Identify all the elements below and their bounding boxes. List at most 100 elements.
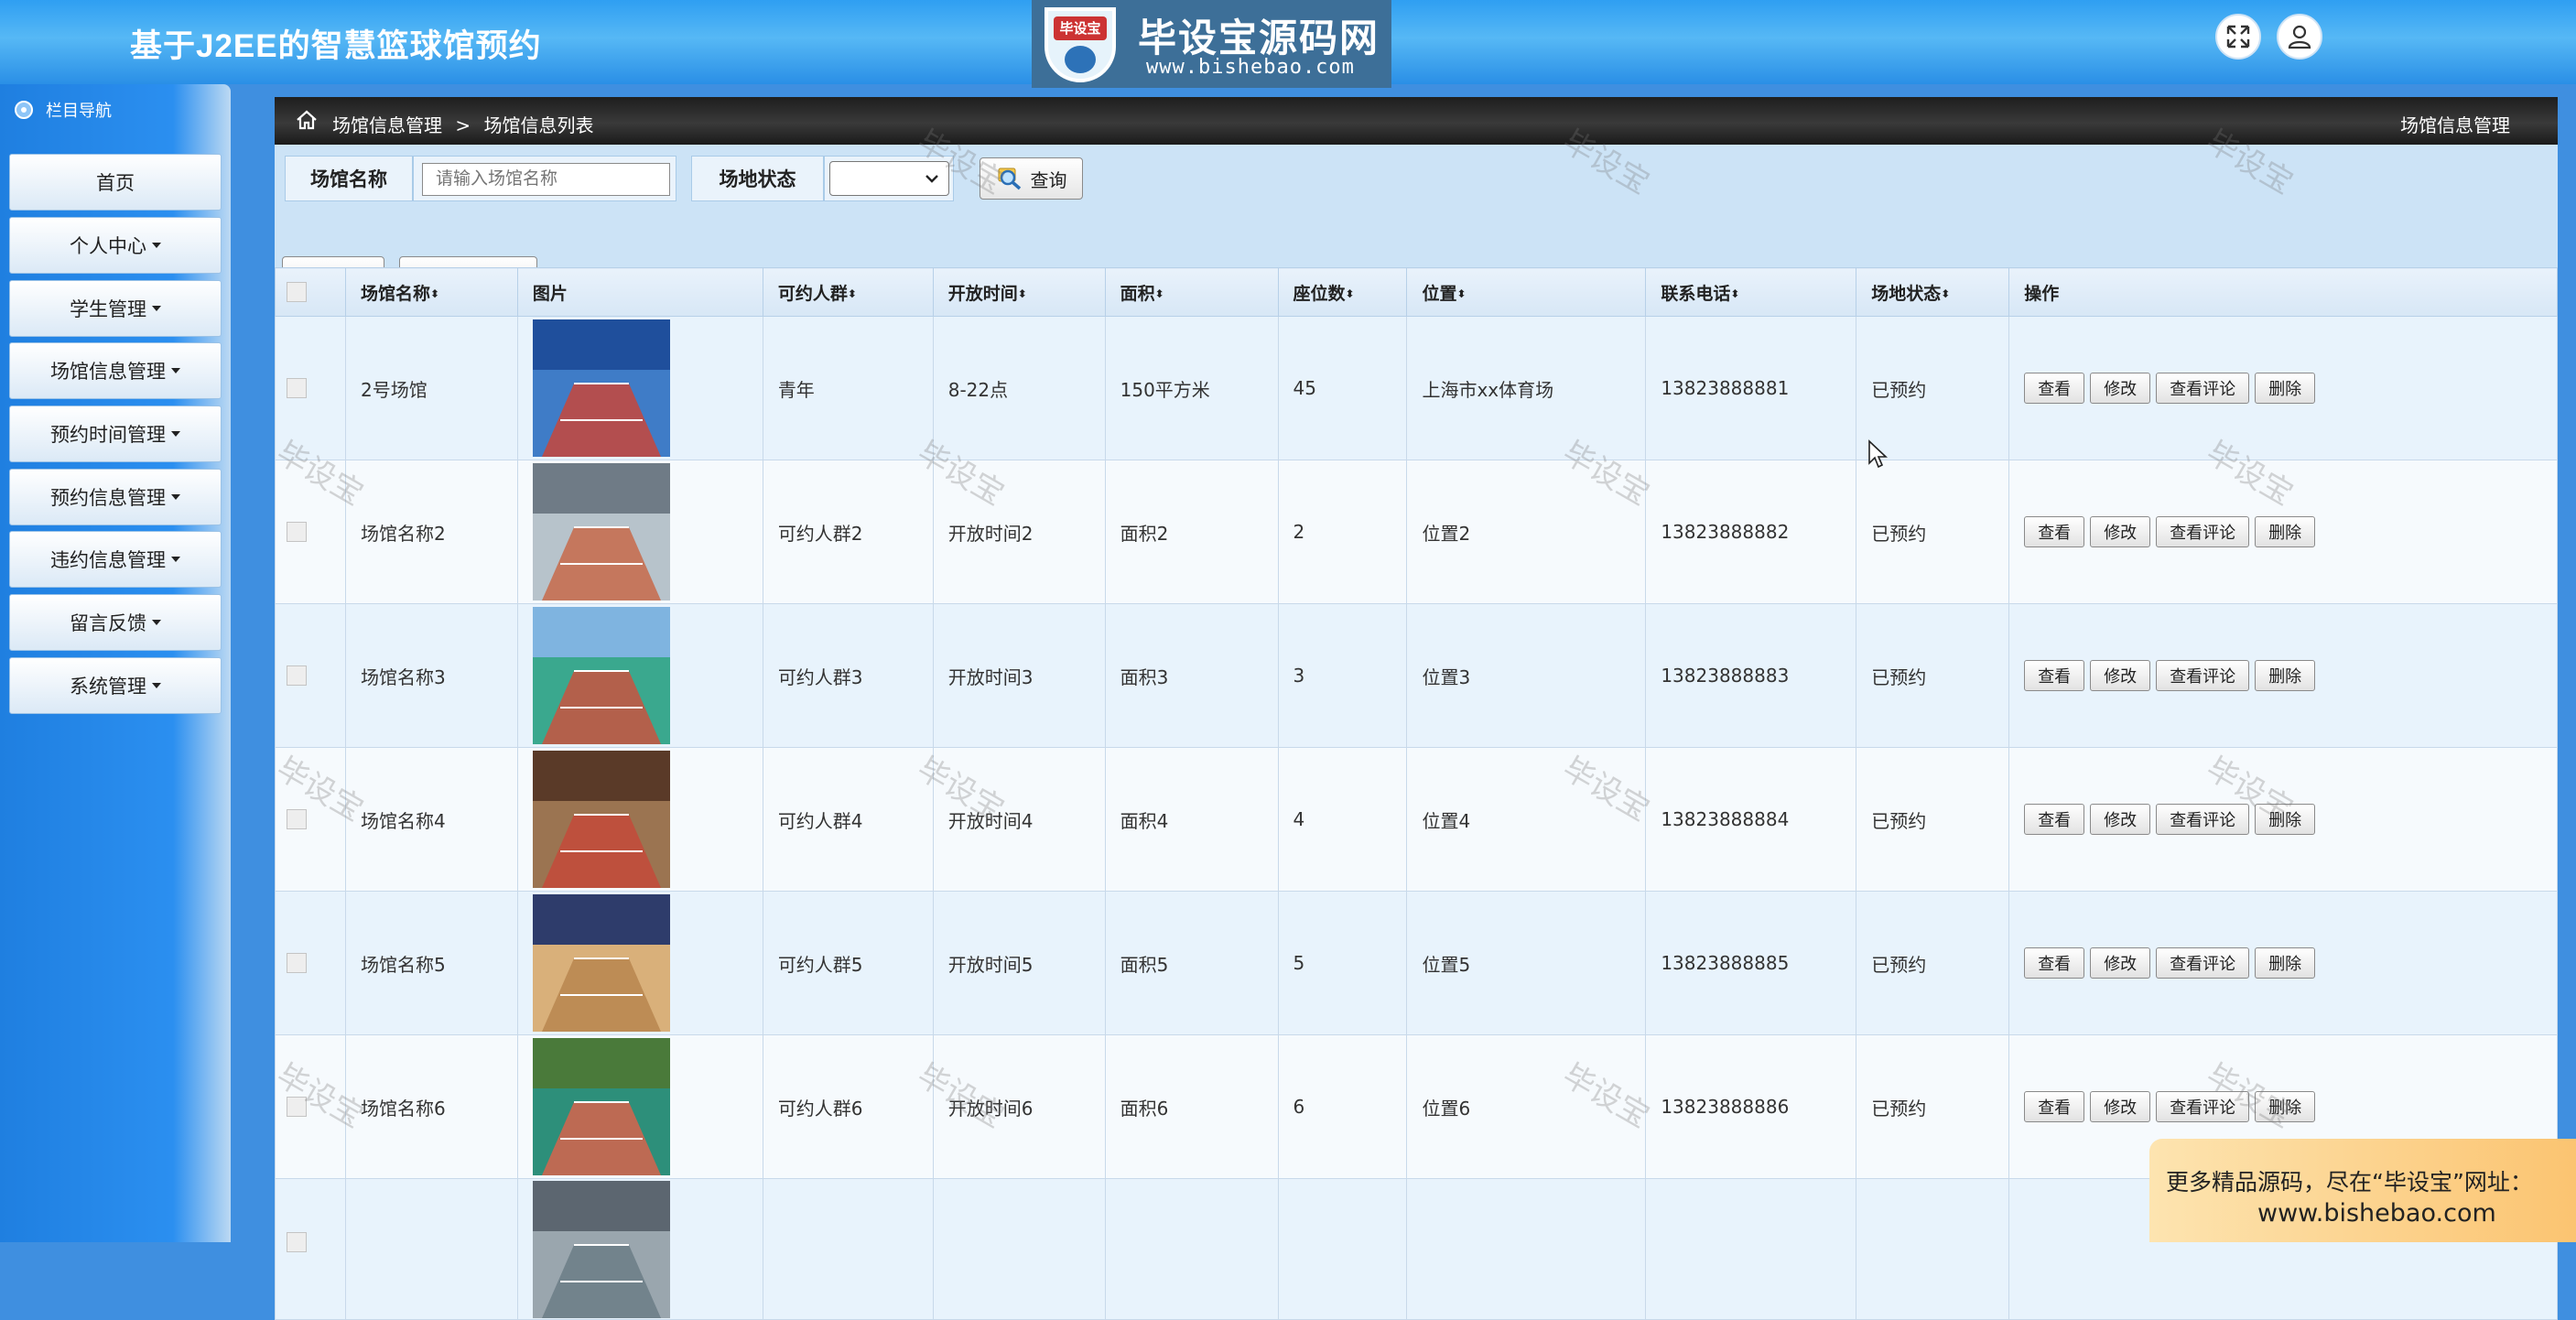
page-title: 场馆信息管理 — [2400, 114, 2510, 136]
venue-photo[interactable] — [532, 463, 670, 600]
promo-banner[interactable]: 更多精品源码，尽在“毕设宝”网址： www.bishebao.com — [2149, 1139, 2576, 1242]
delete-button[interactable]: 删除 — [2255, 373, 2316, 404]
venue-name-input[interactable] — [422, 163, 670, 196]
venue-image-cell — [516, 1034, 763, 1179]
delete-button[interactable]: 删除 — [2255, 660, 2316, 691]
breadcrumb-parent[interactable]: 场馆信息管理 — [332, 114, 442, 136]
sidebar-item-violation-management[interactable]: 违约信息管理 — [9, 531, 222, 588]
venue-photo[interactable] — [532, 894, 670, 1032]
venue-name-label: 场馆名称 — [285, 156, 413, 201]
chevron-down-icon — [925, 175, 938, 183]
seats-cell: 2 — [1277, 460, 1408, 604]
table-row: 2号场馆 青年 8-22点 150平方米 45 上海市xx体育场 13823888881 已预… — [275, 316, 2558, 460]
sidebar-item-label: 个人中心 — [70, 235, 146, 257]
seats-cell: 5 — [1277, 891, 1408, 1035]
edit-button[interactable]: 修改 — [2090, 373, 2151, 404]
sort-icon: ⬍ — [1345, 287, 1355, 300]
venue-photo[interactable] — [532, 319, 670, 457]
location-cell: 位置6 — [1406, 1034, 1647, 1179]
view-button[interactable]: 查看 — [2024, 947, 2085, 979]
sidebar-item-label: 系统管理 — [70, 676, 146, 698]
delete-button[interactable]: 删除 — [2255, 804, 2316, 835]
col-header-location[interactable]: 位置⬍ — [1406, 267, 1647, 317]
caret-down-icon — [171, 368, 180, 373]
col-header-area[interactable]: 面积⬍ — [1104, 267, 1279, 317]
row-checkbox[interactable] — [287, 665, 307, 686]
query-button[interactable]: 查询 — [980, 157, 1083, 200]
view-comments-button[interactable]: 查看评论 — [2156, 516, 2250, 547]
view-button[interactable]: 查看 — [2024, 373, 2085, 404]
view-button[interactable]: 查看 — [2024, 804, 2085, 835]
breadcrumb-separator: > — [455, 114, 471, 136]
sidebar-item-label: 留言反馈 — [70, 612, 146, 634]
venue-photo[interactable] — [532, 1181, 670, 1318]
sidebar-item-booking-info-management[interactable]: 预约信息管理 — [9, 469, 222, 525]
row-checkbox[interactable] — [287, 522, 307, 542]
row-checkbox[interactable] — [287, 1097, 307, 1117]
select-all-checkbox[interactable] — [287, 282, 307, 302]
view-comments-button[interactable]: 查看评论 — [2156, 660, 2250, 691]
venue-image-cell — [516, 1178, 763, 1320]
table-row: 场馆名称3 可约人群3 开放时间3 面积3 3 位置3 13823888883 已预约 查看 修改… — [275, 603, 2558, 748]
phone-cell: 13823888881 — [1645, 316, 1857, 460]
col-header-image: 图片 — [516, 267, 763, 317]
fullscreen-button[interactable] — [2215, 14, 2261, 60]
row-checkbox[interactable] — [287, 809, 307, 829]
expand-icon — [2226, 25, 2250, 49]
sidebar-item-booking-time-management[interactable]: 预约时间管理 — [9, 406, 222, 462]
sidebar-header: 栏目导航 — [0, 84, 231, 135]
sidebar-item-venue-management[interactable]: 场馆信息管理 — [9, 342, 222, 399]
table-row: 场馆名称5 可约人群5 开放时间5 面积5 5 位置5 13823888885 已预约 查看 修改… — [275, 891, 2558, 1035]
view-comments-button[interactable]: 查看评论 — [2156, 947, 2250, 979]
venue-photo[interactable] — [532, 607, 670, 744]
seats-cell: 6 — [1277, 1034, 1408, 1179]
venue-image-cell — [516, 747, 763, 892]
row-checkbox[interactable] — [287, 953, 307, 973]
sort-icon: ⬍ — [1456, 287, 1467, 300]
user-button[interactable] — [2277, 14, 2322, 60]
open-time-cell: 8-22点 — [932, 316, 1106, 460]
row-checkbox[interactable] — [287, 378, 307, 398]
sidebar-item-label: 场馆信息管理 — [50, 361, 166, 383]
phone-cell — [1645, 1178, 1857, 1320]
edit-button[interactable]: 修改 — [2090, 947, 2151, 979]
venue-name-cell: 场馆名称5 — [344, 891, 518, 1035]
edit-button[interactable]: 修改 — [2090, 804, 2151, 835]
col-header-crowd[interactable]: 可约人群⬍ — [762, 267, 934, 317]
delete-button[interactable]: 删除 — [2255, 1091, 2316, 1122]
view-button[interactable]: 查看 — [2024, 660, 2085, 691]
delete-button[interactable]: 删除 — [2255, 516, 2316, 547]
view-comments-button[interactable]: 查看评论 — [2156, 1091, 2250, 1122]
seats-cell: 45 — [1277, 316, 1408, 460]
sidebar-item-feedback[interactable]: 留言反馈 — [9, 594, 222, 651]
site-logo: 毕设宝 毕设宝源码网 www.bishebao.com — [1032, 0, 1391, 88]
sidebar-item-student-management[interactable]: 学生管理 — [9, 280, 222, 337]
col-header-open-time[interactable]: 开放时间⬍ — [932, 267, 1106, 317]
edit-button[interactable]: 修改 — [2090, 660, 2151, 691]
venue-status-select[interactable] — [829, 161, 949, 196]
row-checkbox[interactable] — [287, 1232, 307, 1252]
delete-button[interactable]: 删除 — [2255, 947, 2316, 979]
crowd-cell: 可约人群2 — [762, 460, 934, 604]
view-comments-button[interactable]: 查看评论 — [2156, 373, 2250, 404]
row-select-cell — [275, 460, 346, 604]
col-header-seats[interactable]: 座位数⬍ — [1277, 267, 1408, 317]
venue-photo[interactable] — [532, 751, 670, 888]
col-header-phone[interactable]: 联系电话⬍ — [1645, 267, 1857, 317]
home-icon[interactable] — [295, 108, 319, 132]
row-select-cell — [275, 1034, 346, 1179]
view-button[interactable]: 查看 — [2024, 1091, 2085, 1122]
logo-face-icon — [1065, 46, 1096, 73]
view-button[interactable]: 查看 — [2024, 516, 2085, 547]
col-header-status[interactable]: 场地状态⬍ — [1856, 267, 2010, 317]
sidebar-item-personal-center[interactable]: 个人中心 — [9, 217, 222, 274]
location-cell: 位置2 — [1406, 460, 1647, 604]
edit-button[interactable]: 修改 — [2090, 1091, 2151, 1122]
view-comments-button[interactable]: 查看评论 — [2156, 804, 2250, 835]
col-header-name[interactable]: 场馆名称⬍ — [344, 267, 518, 317]
venue-photo[interactable] — [532, 1038, 670, 1175]
edit-button[interactable]: 修改 — [2090, 516, 2151, 547]
sidebar-item-system-management[interactable]: 系统管理 — [9, 657, 222, 714]
open-time-cell: 开放时间6 — [932, 1034, 1106, 1179]
sidebar-item-home[interactable]: 首页 — [9, 154, 222, 211]
